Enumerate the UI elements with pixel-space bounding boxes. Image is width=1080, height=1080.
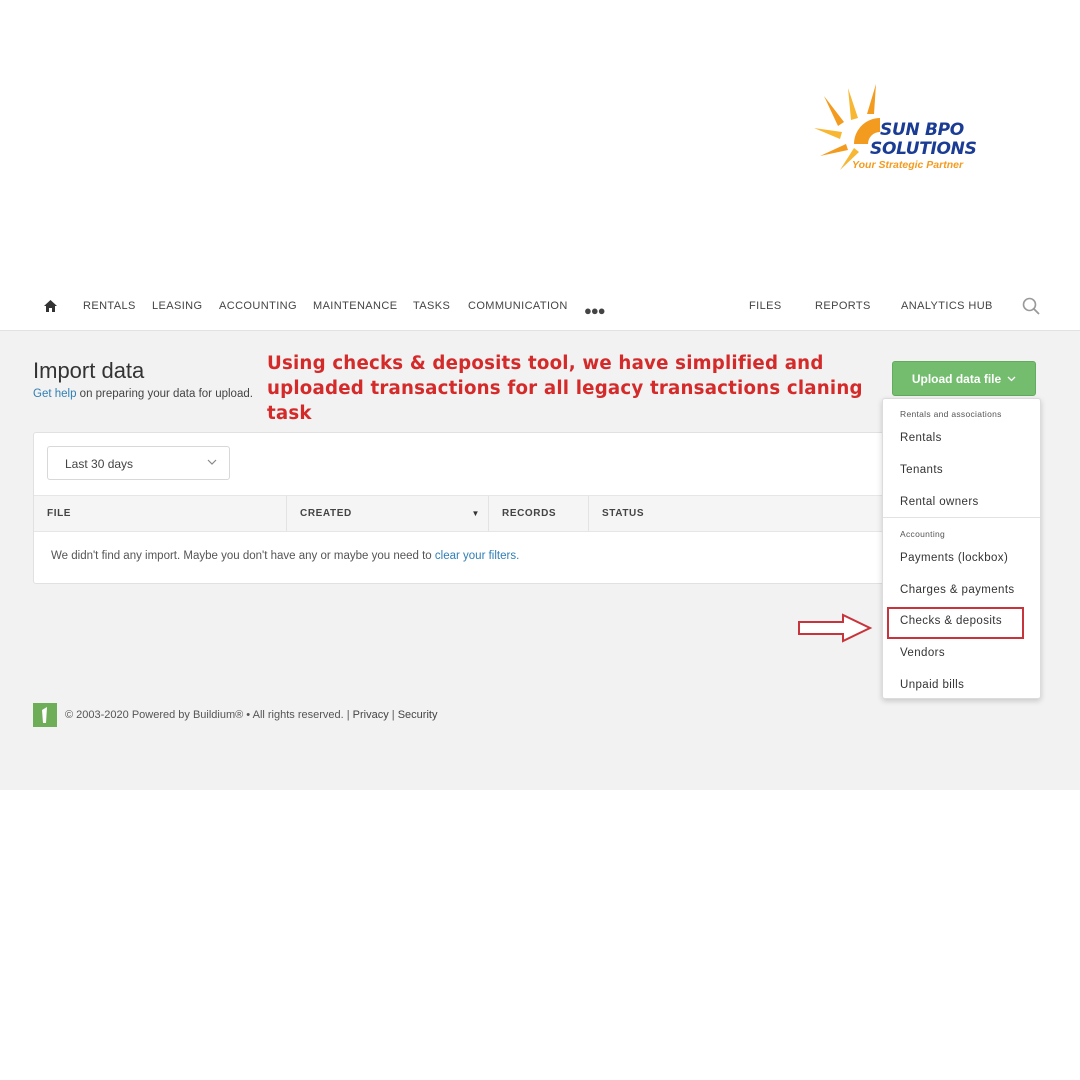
empty-state-message: We didn't find any import. Maybe you don… xyxy=(51,550,520,562)
date-range-select[interactable]: Last 30 days xyxy=(47,446,230,480)
column-created[interactable]: CREATED ▼ xyxy=(286,496,488,531)
nav-rentals[interactable]: RENTALS xyxy=(83,300,136,312)
clear-filters-link[interactable]: clear your filters. xyxy=(435,550,519,562)
nav-analytics-hub[interactable]: ANALYTICS HUB xyxy=(901,300,993,312)
logo-tagline: Your Strategic Partner xyxy=(852,159,964,171)
annotation-caption: Using checks & deposits tool, we have si… xyxy=(267,353,863,424)
home-icon[interactable] xyxy=(44,299,57,317)
group-rentals-associations: Rentals and associations xyxy=(900,409,1002,419)
upload-type-dropdown: Rentals and associations Rentals Tenants… xyxy=(882,398,1041,699)
buildium-logo xyxy=(33,703,57,727)
upload-data-file-button[interactable]: Upload data file xyxy=(892,361,1036,396)
help-text: on preparing your data for upload. xyxy=(76,388,253,400)
get-help-link[interactable]: Get help xyxy=(33,388,76,400)
nav-files[interactable]: FILES xyxy=(749,300,782,312)
privacy-link[interactable]: Privacy xyxy=(353,709,389,721)
main-content: Import data Get help on preparing your d… xyxy=(0,331,1080,790)
more-icon[interactable]: ●●● xyxy=(584,304,606,317)
menu-item-unpaid-bills[interactable]: Unpaid bills xyxy=(900,679,964,691)
logo-line1: SUN BPO xyxy=(880,120,964,140)
nav-tasks[interactable]: TASKS xyxy=(413,300,450,312)
column-status[interactable]: STATUS xyxy=(588,496,894,531)
chevron-down-icon xyxy=(1007,376,1016,381)
table-header: FILE CREATED ▼ RECORDS STATUS xyxy=(34,495,894,532)
column-records[interactable]: RECORDS xyxy=(488,496,588,531)
nav-reports[interactable]: REPORTS xyxy=(815,300,871,312)
menu-item-vendors[interactable]: Vendors xyxy=(900,647,945,659)
sun-bpo-logo: SUN BPO SOLUTIONS Your Strategic Partner xyxy=(814,84,984,180)
nav-leasing[interactable]: LEASING xyxy=(152,300,203,312)
chevron-down-icon xyxy=(207,459,217,465)
security-link[interactable]: Security xyxy=(398,709,438,721)
help-line: Get help on preparing your data for uplo… xyxy=(33,388,253,400)
group-accounting: Accounting xyxy=(900,529,946,539)
nav-maintenance[interactable]: MAINTENANCE xyxy=(313,300,397,312)
page-title: Import data xyxy=(33,358,145,383)
arrow-right-icon xyxy=(798,613,873,643)
logo-line2: SOLUTIONS xyxy=(870,139,977,159)
sort-desc-icon: ▼ xyxy=(471,509,480,518)
highlight-box xyxy=(887,607,1024,639)
imports-card: Last 30 days FILE CREATED ▼ RECORDS STATU… xyxy=(33,432,895,584)
menu-item-rentals[interactable]: Rentals xyxy=(900,432,942,444)
column-file[interactable]: FILE xyxy=(34,496,286,531)
menu-divider xyxy=(883,517,1040,518)
menu-item-payments-lockbox[interactable]: Payments (lockbox) xyxy=(900,552,1008,564)
footer-text: © 2003-2020 Powered by Buildium® • All r… xyxy=(65,709,438,721)
nav-accounting[interactable]: ACCOUNTING xyxy=(219,300,297,312)
search-icon[interactable] xyxy=(1022,297,1040,320)
menu-item-rental-owners[interactable]: Rental owners xyxy=(900,496,979,508)
top-navigation: RENTALS LEASING ACCOUNTING MAINTENANCE T… xyxy=(0,284,1080,331)
date-range-value: Last 30 days xyxy=(65,457,134,471)
upload-button-label: Upload data file xyxy=(911,371,1002,386)
nav-communication[interactable]: COMMUNICATION xyxy=(468,300,568,312)
menu-item-tenants[interactable]: Tenants xyxy=(900,464,943,476)
menu-item-charges-payments[interactable]: Charges & payments xyxy=(900,584,1015,596)
